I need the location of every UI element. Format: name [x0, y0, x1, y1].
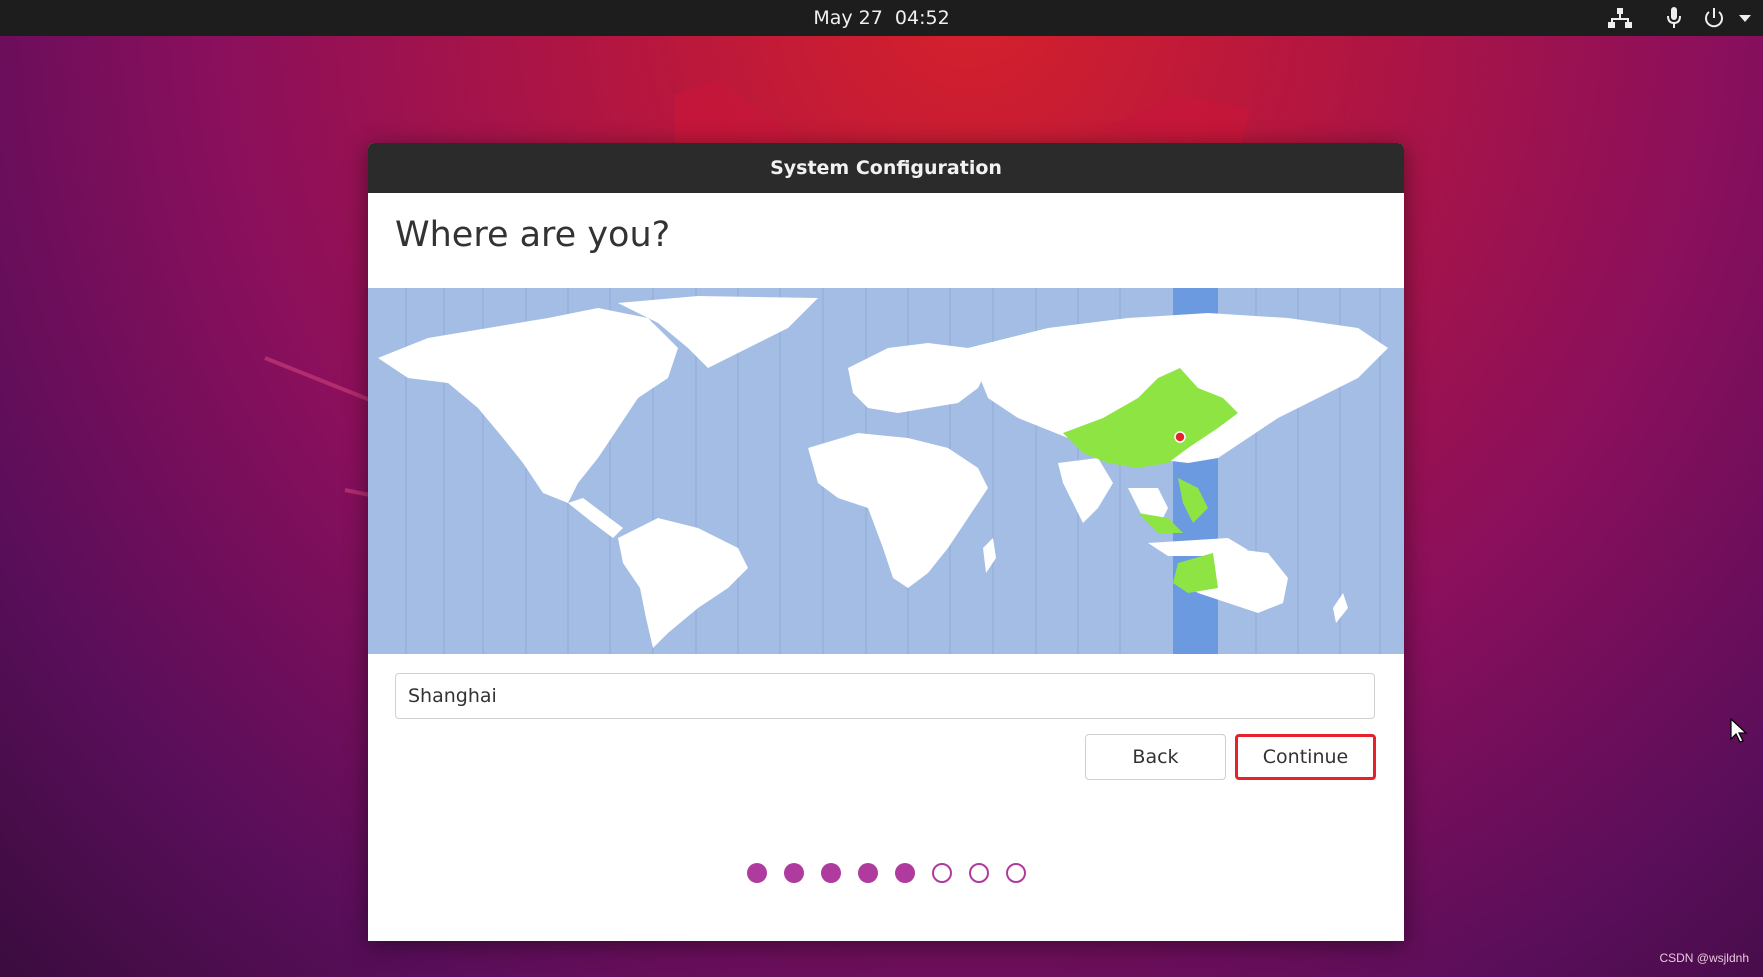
progress-dot [894, 863, 915, 883]
timezone-map[interactable] [368, 288, 1404, 654]
mouse-cursor-icon [1730, 718, 1748, 743]
back-button[interactable]: Back [1085, 734, 1226, 780]
progress-dot [783, 863, 804, 883]
selected-location-marker [1174, 431, 1186, 443]
clock-date: May 27 [813, 7, 883, 29]
progress-dot [931, 863, 952, 883]
power-icon[interactable] [1703, 0, 1725, 36]
progress-dot [968, 863, 989, 883]
progress-indicator [368, 863, 1404, 883]
network-icon[interactable] [1608, 0, 1632, 36]
continue-button[interactable]: Continue [1235, 734, 1376, 780]
timezone-input[interactable] [395, 673, 1375, 719]
progress-dot [857, 863, 878, 883]
progress-dot [820, 863, 841, 883]
progress-dot [1005, 863, 1026, 883]
watermark: CSDN @wsjldnh [1659, 951, 1749, 965]
dialog-title: System Configuration [368, 143, 1404, 193]
chevron-down-icon[interactable] [1738, 0, 1752, 36]
continents [378, 296, 1388, 648]
progress-dot [746, 863, 767, 883]
page-title: Where are you? [395, 215, 671, 255]
continue-button-label: Continue [1262, 746, 1349, 768]
clock[interactable]: May 27 04:52 [0, 0, 1763, 36]
top-bar: May 27 04:52 [0, 0, 1763, 36]
system-configuration-dialog: System Configuration Where are you? Shan… [368, 143, 1404, 941]
microphone-icon[interactable] [1665, 0, 1683, 36]
back-button-label: Back [1132, 746, 1179, 768]
clock-time: 04:52 [894, 7, 950, 29]
